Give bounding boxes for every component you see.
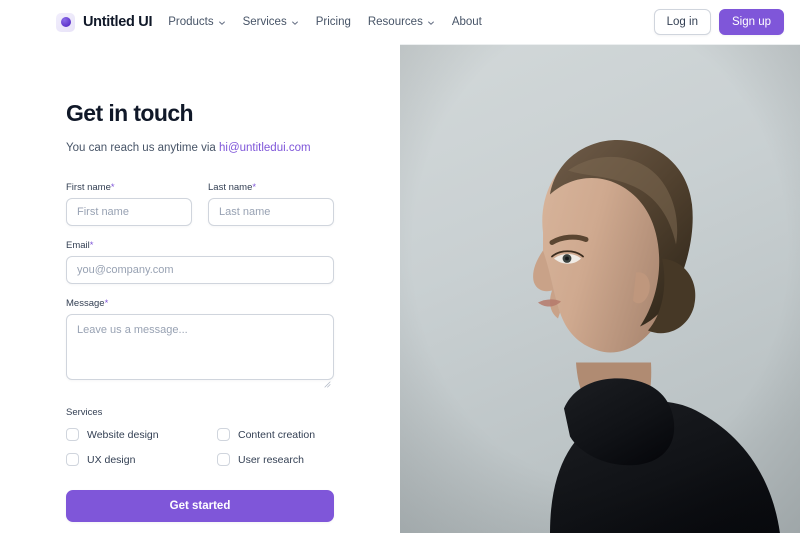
first-name-input[interactable] xyxy=(66,198,192,227)
header-actions: Log in Sign up xyxy=(653,9,784,35)
nav-item-resources[interactable]: Resources xyxy=(368,16,435,28)
checkbox-content-creation[interactable]: Content creation xyxy=(217,428,334,442)
message-label: Message* xyxy=(66,298,334,309)
last-name-field: Last name* xyxy=(208,182,334,227)
first-name-field: First name* xyxy=(66,182,192,227)
contact-form-panel: Get in touch You can reach us anytime vi… xyxy=(0,44,400,533)
page-subtitle: You can reach us anytime via hi@untitled… xyxy=(66,140,334,157)
message-field: Message* xyxy=(66,298,334,388)
name-row: First name* Last name* xyxy=(66,182,334,227)
checkbox-box-icon[interactable] xyxy=(66,453,79,467)
required-asterisk: * xyxy=(110,182,115,194)
subtitle-text: You can reach us anytime via xyxy=(66,141,219,154)
first-name-label: First name* xyxy=(66,182,192,193)
label-text: Last name xyxy=(208,182,253,194)
services-group: Services Website design Content creation… xyxy=(66,407,334,467)
services-checkbox-grid: Website design Content creation UX desig… xyxy=(66,428,334,467)
checkbox-box-icon[interactable] xyxy=(66,428,79,442)
checkbox-label: Website design xyxy=(87,428,159,441)
main-nav: Products Services Pricing Resources Abou… xyxy=(168,16,482,28)
services-label: Services xyxy=(66,407,103,419)
nav-item-label: Resources xyxy=(367,16,423,28)
chevron-down-icon xyxy=(291,19,299,27)
site-header: Untitled UI Products Services Pricing Re… xyxy=(0,0,800,44)
last-name-label: Last name* xyxy=(208,182,334,193)
label-text: Email xyxy=(66,240,90,252)
signup-button[interactable]: Sign up xyxy=(718,9,784,35)
checkbox-user-research[interactable]: User research xyxy=(217,453,334,467)
email-label: Email* xyxy=(66,240,334,251)
brand-name: Untitled UI xyxy=(83,14,153,30)
nav-item-about[interactable]: About xyxy=(452,16,482,28)
portrait-illustration xyxy=(400,45,800,533)
email-input[interactable] xyxy=(66,256,334,285)
get-started-button[interactable]: Get started xyxy=(66,490,334,523)
purple-circle-logo-icon xyxy=(56,12,75,32)
nav-item-products[interactable]: Products xyxy=(168,16,225,28)
nav-item-services[interactable]: Services xyxy=(243,16,299,28)
email-field: Email* xyxy=(66,240,334,285)
label-text: Message xyxy=(66,298,105,310)
required-asterisk: * xyxy=(89,240,94,252)
nav-item-label: About xyxy=(451,16,482,28)
page-title: Get in touch xyxy=(66,100,194,126)
login-button[interactable]: Log in xyxy=(653,9,711,35)
label-text: First name xyxy=(66,182,111,194)
required-asterisk: * xyxy=(252,182,257,194)
nav-item-label: Products xyxy=(168,16,214,28)
required-asterisk: * xyxy=(104,298,109,310)
contact-email-link[interactable]: hi@untitledui.com xyxy=(219,142,311,154)
hero-portrait-image xyxy=(400,44,800,533)
nav-item-label: Services xyxy=(242,16,287,28)
checkbox-ux-design[interactable]: UX design xyxy=(66,453,217,467)
brand-logo[interactable]: Untitled UI xyxy=(56,12,153,32)
chevron-down-icon xyxy=(427,19,435,27)
checkbox-box-icon[interactable] xyxy=(217,453,230,467)
checkbox-label: User research xyxy=(238,453,304,466)
message-textarea[interactable] xyxy=(66,314,334,381)
checkbox-box-icon[interactable] xyxy=(217,428,230,442)
last-name-input[interactable] xyxy=(208,198,334,227)
contact-form: Get in touch You can reach us anytime vi… xyxy=(66,100,334,523)
checkbox-label: UX design xyxy=(87,453,136,466)
contact-page: Untitled UI Products Services Pricing Re… xyxy=(0,0,800,533)
chevron-down-icon xyxy=(218,19,226,27)
checkbox-website-design[interactable]: Website design xyxy=(66,428,217,442)
nav-item-pricing[interactable]: Pricing xyxy=(316,16,351,28)
checkbox-label: Content creation xyxy=(238,428,316,441)
nav-item-label: Pricing xyxy=(315,16,351,28)
